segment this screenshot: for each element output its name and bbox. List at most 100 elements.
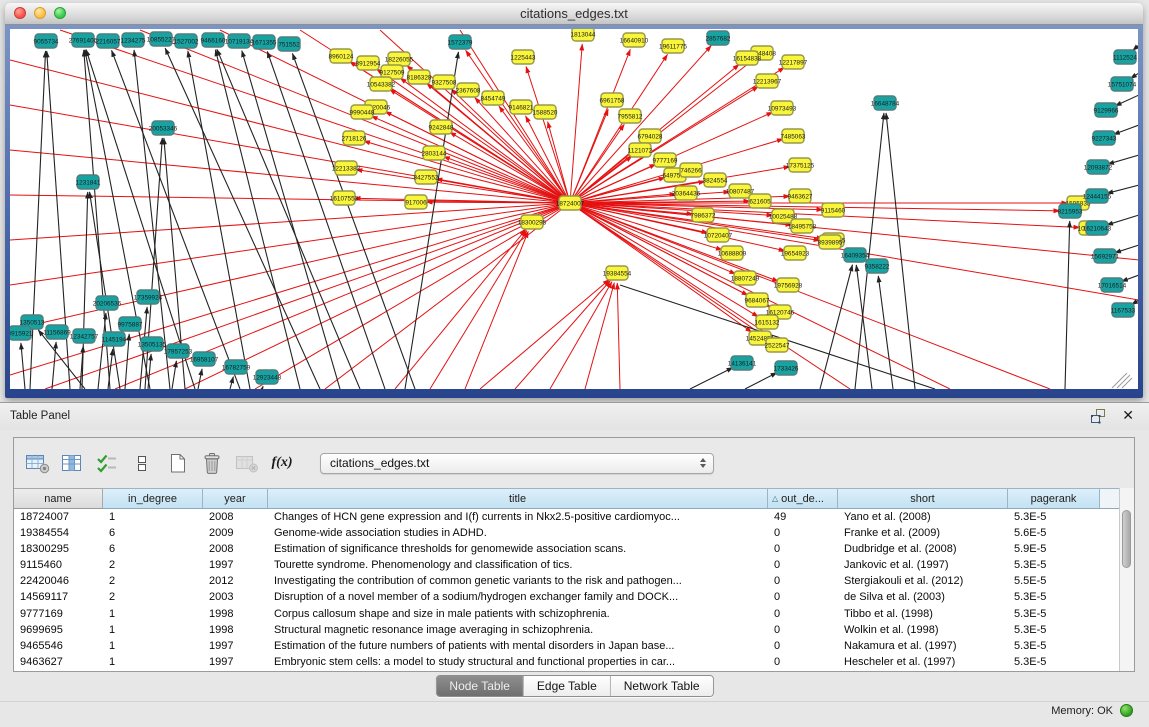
table-row[interactable]: 946362711997Embryonic stem cells: a mode… — [14, 655, 1119, 671]
show-columns-button[interactable] — [59, 451, 85, 475]
graph-node-label: 9055734 — [34, 38, 59, 45]
memory-indicator: Memory: OK — [1051, 704, 1133, 717]
graph-node-label: 10543382 — [367, 81, 396, 88]
column-header-title[interactable]: title — [268, 488, 768, 509]
function-builder-button[interactable]: f(x) — [269, 451, 295, 475]
graph-edge — [82, 192, 88, 389]
vertical-scrollbar[interactable] — [1119, 488, 1134, 671]
graph-node-label: 7986372 — [691, 212, 716, 219]
cell-pagerank: 5.3E-5 — [1008, 639, 1100, 655]
cell-pagerank: 5.6E-5 — [1008, 525, 1100, 541]
graph-node-label: 6794028 — [638, 133, 663, 140]
network-graph-svg: 1872400718300295193845548960124891295418… — [10, 29, 1138, 389]
table-row[interactable]: 911546021997Tourette syndrome. Phenomeno… — [14, 558, 1119, 574]
graph-node-label: 1145194 — [102, 336, 127, 343]
trash-icon — [200, 452, 224, 475]
column-header-year[interactable]: year — [203, 488, 268, 509]
memory-status-icon[interactable] — [1120, 704, 1133, 717]
create-column-button[interactable] — [164, 451, 190, 475]
graph-edge — [1121, 275, 1138, 282]
graph-node-label: 917006 — [405, 199, 427, 206]
cell-title: Investigating the contribution of common… — [268, 574, 768, 590]
cell-short: Hescheler et al. (1997) — [838, 655, 1008, 671]
cell-year: 2008 — [203, 509, 268, 525]
table-row[interactable]: 1830029562008Estimation of significance … — [14, 541, 1119, 557]
graph-node-label: 20364436 — [672, 190, 701, 197]
cell-pagerank: 5.3E-5 — [1008, 590, 1100, 606]
column-header-pagerank[interactable]: pagerank — [1008, 488, 1100, 509]
cell-pagerank: 5.3E-5 — [1008, 606, 1100, 622]
graph-node-label: 8427552 — [414, 174, 439, 181]
canvas-resize-grip[interactable] — [1122, 378, 1132, 388]
graph-edge — [617, 283, 620, 389]
graph-edge — [570, 45, 711, 203]
graph-node-label: 16210643 — [1083, 225, 1112, 232]
window-titlebar[interactable]: citations_edges.txt — [5, 3, 1143, 25]
selection-mode-icon — [95, 453, 120, 474]
cell-in_degree: 2 — [103, 590, 203, 606]
graph-edge — [98, 313, 106, 389]
graph-node-label: 19384554 — [603, 270, 632, 277]
graph-node-label: 20206536 — [93, 300, 122, 307]
tab-edge-table[interactable]: Edge Table — [523, 676, 610, 696]
cell-out_degree: 0 — [768, 558, 838, 574]
cell-name: 9699695 — [14, 622, 103, 638]
table-row[interactable]: 977716911998Corpus callosum shape and si… — [14, 606, 1119, 622]
cell-short: Franke et al. (2009) — [838, 525, 1008, 541]
function-builder-icon: f(x) — [272, 455, 293, 471]
graph-node-label: 1225443 — [511, 54, 536, 61]
column-header-label: year — [224, 493, 245, 505]
delete-table-button[interactable] — [234, 451, 260, 475]
column-header-name[interactable]: name — [14, 488, 103, 509]
graph-node-label: 746266 — [680, 167, 702, 174]
column-header-label: in_degree — [128, 493, 177, 505]
cell-out_degree: 0 — [768, 655, 838, 671]
scrollbar-thumb[interactable] — [1122, 510, 1131, 568]
delete-column-button[interactable] — [199, 451, 225, 475]
cell-pagerank: 5.9E-5 — [1008, 541, 1100, 557]
network-canvas[interactable]: 1872400718300295193845548960124891295418… — [10, 29, 1138, 389]
table-select-dropdown[interactable]: citations_edges.txt — [320, 453, 714, 474]
float-panel-button[interactable] — [1090, 408, 1107, 429]
table-row[interactable]: 969969511998Structural magnetic resonanc… — [14, 622, 1119, 638]
graph-node-label: 9227343 — [1092, 135, 1117, 142]
table-mode-button[interactable] — [24, 451, 50, 475]
close-panel-button[interactable]: ✕ — [1122, 407, 1134, 424]
table-panel-title: Table Panel — [10, 410, 70, 422]
table-row[interactable]: 1938455462009Genome-wide association stu… — [14, 525, 1119, 541]
cell-year: 2003 — [203, 590, 268, 606]
table-row[interactable]: 1872400712008Changes of HCN gene express… — [14, 509, 1119, 525]
new-document-icon — [166, 452, 189, 475]
graph-node-label: 9990448 — [350, 109, 375, 116]
graph-edge — [570, 44, 582, 203]
graph-node-label: 16640910 — [620, 37, 649, 44]
cell-in_degree: 6 — [103, 525, 203, 541]
graph-edge — [515, 281, 610, 389]
tab-node-table[interactable]: Node Table — [436, 676, 523, 696]
row-height-button[interactable] — [129, 451, 155, 475]
cell-short: Jankovic et al. (1997) — [838, 558, 1008, 574]
cell-pagerank: 5.3E-5 — [1008, 655, 1100, 671]
graph-node-label: 9684067 — [745, 297, 770, 304]
column-header-short[interactable]: short — [838, 488, 1008, 509]
cell-out_degree: 49 — [768, 509, 838, 525]
graph-node-label: 1615132 — [755, 319, 780, 326]
graph-edge — [856, 265, 872, 389]
column-header-in_degree[interactable]: in_degree — [103, 488, 203, 509]
column-header-label: out_de... — [781, 493, 824, 505]
table-row[interactable]: 1456911722003Disruption of a novel membe… — [14, 590, 1119, 606]
table-row[interactable]: 946554611997Estimation of the future num… — [14, 639, 1119, 655]
graph-node-label: 16958107 — [190, 356, 219, 363]
column-header-out_degree[interactable]: △out_de... — [768, 488, 838, 509]
tab-network-table[interactable]: Network Table — [610, 676, 713, 696]
cell-title: Genome-wide association studies in ADHD. — [268, 525, 768, 541]
graph-node-label: 1234275 — [121, 37, 146, 44]
graph-node-label: 8912954 — [356, 60, 381, 67]
graph-node-label: 9463627 — [788, 193, 813, 200]
selection-mode-button[interactable] — [94, 451, 120, 475]
cell-year: 1998 — [203, 622, 268, 638]
graph-node-label: 15692971 — [1091, 253, 1120, 260]
cell-in_degree: 1 — [103, 606, 203, 622]
graph-node-label: 16154838 — [733, 55, 762, 62]
table-row[interactable]: 2242004622012Investigating the contribut… — [14, 574, 1119, 590]
